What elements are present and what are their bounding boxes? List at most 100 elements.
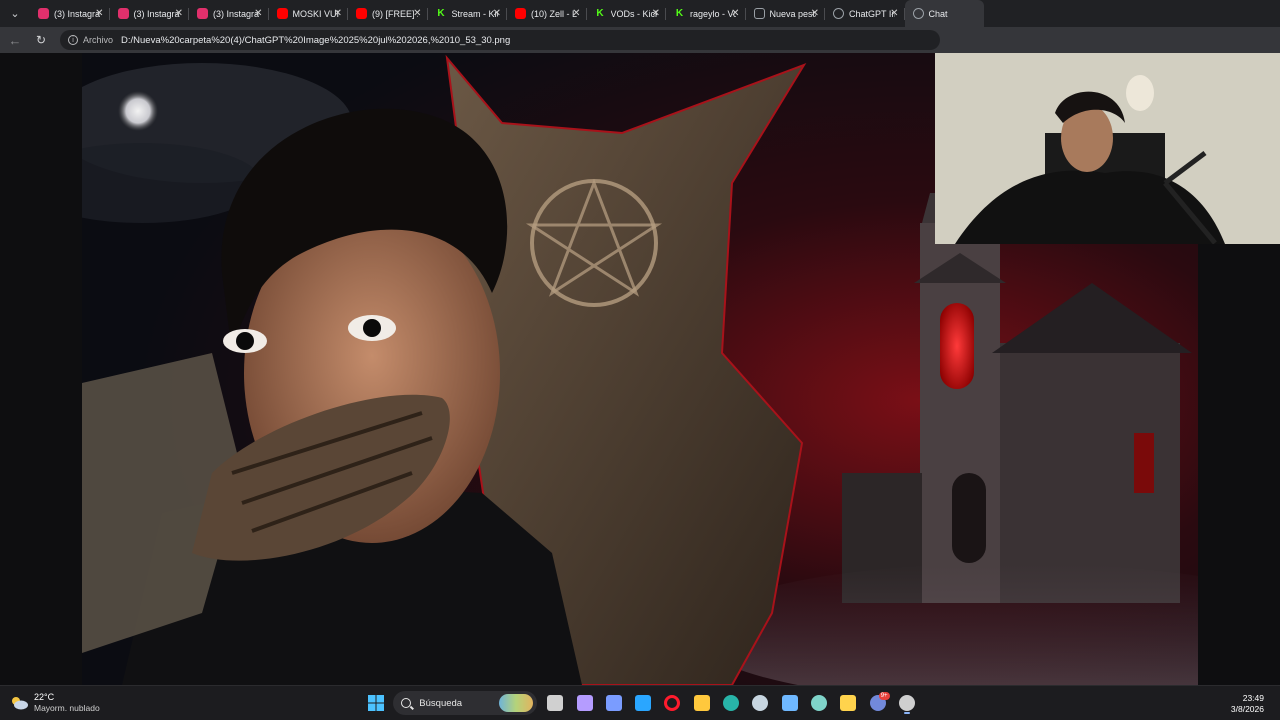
youtube-icon [276,8,288,19]
tab-title: Chat [928,8,948,19]
browser-tab[interactable]: ChatGPT Im ✕ [825,0,905,27]
photos-icon[interactable] [778,691,802,715]
taskbar-app-icons: Búsqueda 9+ [364,691,924,715]
tab-title: (9) [FREE] 2 [372,8,418,19]
tab-title: Nueva pesta [769,8,816,19]
tab-title: (3) Instagram [213,8,259,19]
windows-taskbar: 22°C Mayorm. nublado Búsqueda 9+ 23:49 3… [0,685,1280,720]
cloudy-weather-icon [10,696,28,710]
tab-title: MOSKI VUI [292,8,339,19]
moon [118,91,158,131]
browser-tab-strip: ⌄ (3) Instagram✕(3) Instagram✕(3) Instag… [0,0,1280,27]
url-text[interactable]: D:/Nueva%20carpeta%20(4)/ChatGPT%20Image… [121,35,510,46]
address-bar[interactable]: i Archivo D:/Nueva%20carpeta%20(4)/ChatG… [60,30,940,50]
browser-tab[interactable]: K Stream - Kic ✕ [428,0,507,27]
browser-tab[interactable]: (3) Instagram✕ [110,0,189,27]
globe-icon [912,8,924,19]
search-highlight-art [499,694,534,712]
browser-toolbar: ← ↻ i Archivo D:/Nueva%20carpeta%20(4)/C… [0,27,1280,53]
obs-glyph [898,695,915,711]
tab-list: (3) Instagram✕(3) Instagram✕(3) Instagra… [30,0,984,27]
webcam-overlay [935,53,1280,244]
youtube-icon [515,8,526,19]
tab-title: (10) Zell - L [531,8,577,19]
info-icon[interactable]: i [68,35,78,45]
weather-app-icon[interactable] [836,691,860,715]
tab-search-chevron-icon[interactable]: ⌄ [4,4,26,24]
discord-icon[interactable]: 9+ [866,691,890,715]
kick-icon: K [596,8,604,19]
opera-icon[interactable] [660,691,684,715]
pen-glyph [576,695,593,711]
browser-tab[interactable]: Nueva pesta ✕ [746,0,825,27]
tab-title: (3) Instagram [133,8,180,19]
browser-tab[interactable]: Chat [904,0,984,27]
steam-glyph [752,695,769,711]
kick-icon: K [675,8,684,19]
image-viewer [0,53,1280,685]
xbox-glyph [810,695,827,711]
tab-close-icon[interactable]: ✕ [413,8,421,19]
tab-close-icon[interactable]: ✕ [95,8,103,19]
weather-temperature: 22°C [34,692,55,702]
tab-close-icon[interactable]: ✕ [811,8,819,19]
pen-icon[interactable] [573,691,597,715]
photos-glyph [781,695,798,711]
tab-close-icon[interactable]: ✕ [890,8,898,19]
webcam-feed [935,53,1280,244]
edge-glyph [723,695,740,711]
weather-condition: Mayorm. nublado [34,703,100,713]
weather-widget[interactable]: 22°C Mayorm. nublado [10,692,100,714]
tab-close-icon[interactable]: ✕ [254,8,262,19]
file-explorer-icon[interactable] [690,691,714,715]
browser-tab[interactable]: (9) [FREE] 2 ✕ [348,0,428,27]
copilot-icon[interactable] [602,691,626,715]
copilot-glyph [605,695,622,711]
running-indicator [903,712,910,714]
store-icon[interactable] [631,691,655,715]
tab-close-icon[interactable]: ✕ [572,8,580,19]
discord-notification-badge: 9+ [878,692,890,700]
instagram-icon [117,8,129,19]
clock-date: 3/8/2026 [1230,704,1264,714]
weather-app-glyph [840,695,857,711]
obs-icon[interactable] [895,691,919,715]
task-view-icon[interactable] [543,691,567,715]
tab-close-icon[interactable]: ✕ [334,8,342,19]
tab-close-icon[interactable]: ✕ [731,8,739,19]
back-arrow-icon[interactable]: ← [6,31,24,49]
tab-title: ChatGPT Im [849,8,895,19]
instagram-icon [197,8,208,19]
browser-tab[interactable]: (3) Instagram✕ [189,0,269,27]
windows-start-icon[interactable] [364,691,388,715]
steam-icon[interactable] [748,691,772,715]
browser-tab[interactable]: MOSKI VUI ✕ [269,0,348,27]
browser-tab[interactable]: (3) Instagram✕ [30,0,110,27]
tab-title: rageylo - Vo [690,8,736,19]
store-glyph [635,695,652,711]
clock-time: 23:49 [1242,693,1264,703]
reload-icon[interactable]: ↻ [32,31,50,49]
instagram-icon [38,8,49,19]
globe-icon [833,8,844,19]
youtube-icon [356,8,367,19]
browser-tab[interactable]: (10) Zell - L ✕ [507,0,587,27]
tab-title: (3) Instagram [54,8,100,19]
tab-close-icon[interactable]: ✕ [493,8,501,19]
search-placeholder: Búsqueda [419,697,463,709]
tab-close-icon[interactable]: ✕ [175,8,183,19]
opera-glyph [664,695,681,711]
browser-tab[interactable]: Krageylo - Vo ✕ [666,0,746,27]
file-scheme-chip: Archivo [83,35,114,45]
tab-close-icon[interactable]: ✕ [652,8,660,19]
taskbar-search-box[interactable]: Búsqueda [393,691,538,715]
new-tab-icon [753,8,765,19]
tab-title: VODs - Kick [610,8,657,19]
edge-icon[interactable] [719,691,743,715]
browser-tab[interactable]: K VODs - Kick ✕ [587,0,666,27]
kick-icon: K [437,8,445,19]
xbox-icon[interactable] [807,691,831,715]
search-icon [401,698,412,708]
system-clock[interactable]: 23:49 3/8/2026 [1231,693,1264,715]
task-view-glyph [547,695,564,711]
